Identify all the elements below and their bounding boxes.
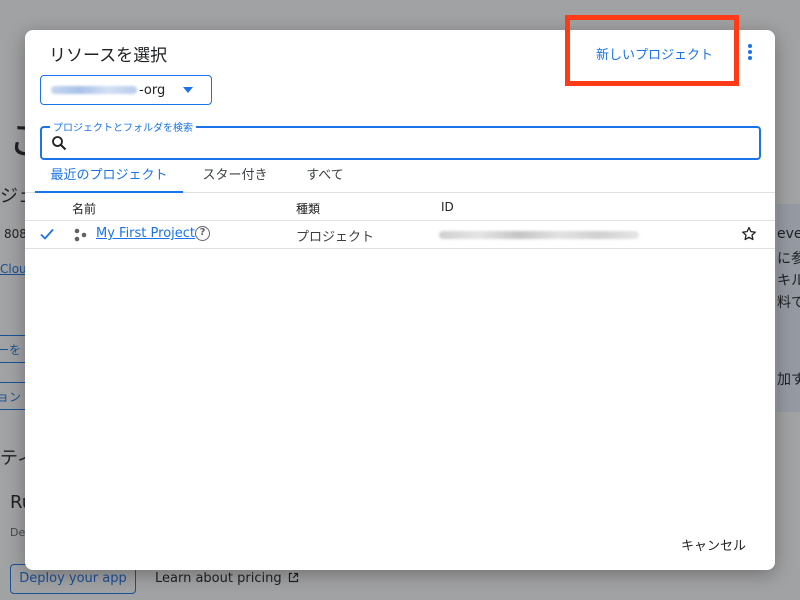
tab-starred[interactable]: スター付き bbox=[191, 163, 279, 193]
search-icon bbox=[52, 136, 67, 151]
help-icon[interactable]: ? bbox=[195, 226, 210, 241]
column-name: 名前 bbox=[72, 202, 97, 216]
cancel-button[interactable]: キャンセル bbox=[681, 535, 746, 554]
star-outline-icon[interactable] bbox=[741, 226, 757, 242]
table-header: 名前 種類 ID bbox=[25, 195, 775, 221]
more-vert-icon[interactable] bbox=[744, 43, 756, 63]
project-type: プロジェクト bbox=[296, 230, 375, 245]
column-type: 種類 bbox=[296, 202, 321, 216]
new-project-button[interactable]: 新しいプロジェクト bbox=[596, 44, 713, 63]
column-id: ID bbox=[441, 200, 454, 214]
tab-recent-projects[interactable]: 最近のプロジェクト bbox=[35, 163, 183, 193]
search-field[interactable]: プロジェクトとフォルダを検索 bbox=[40, 119, 761, 160]
tab-all[interactable]: すべて bbox=[289, 163, 361, 193]
table-row[interactable]: My First Project ? プロジェクト bbox=[25, 221, 775, 249]
check-icon bbox=[40, 228, 54, 240]
select-resource-dialog: リソースを選択 新しいプロジェクト -org プロジェクトとフォルダを検索 最近… bbox=[25, 15, 775, 570]
tab-bar: 最近のプロジェクト スター付き すべて bbox=[25, 163, 775, 193]
project-id-redacted bbox=[439, 231, 639, 239]
org-name-redacted bbox=[51, 86, 137, 94]
org-name-suffix: -org bbox=[139, 82, 166, 98]
project-name-link[interactable]: My First Project bbox=[96, 226, 195, 241]
dropdown-caret-icon bbox=[183, 87, 194, 93]
dialog-title: リソースを選択 bbox=[49, 46, 168, 66]
organization-selector[interactable]: -org bbox=[40, 75, 212, 105]
search-input[interactable] bbox=[74, 132, 744, 154]
project-dots-icon bbox=[74, 228, 87, 242]
